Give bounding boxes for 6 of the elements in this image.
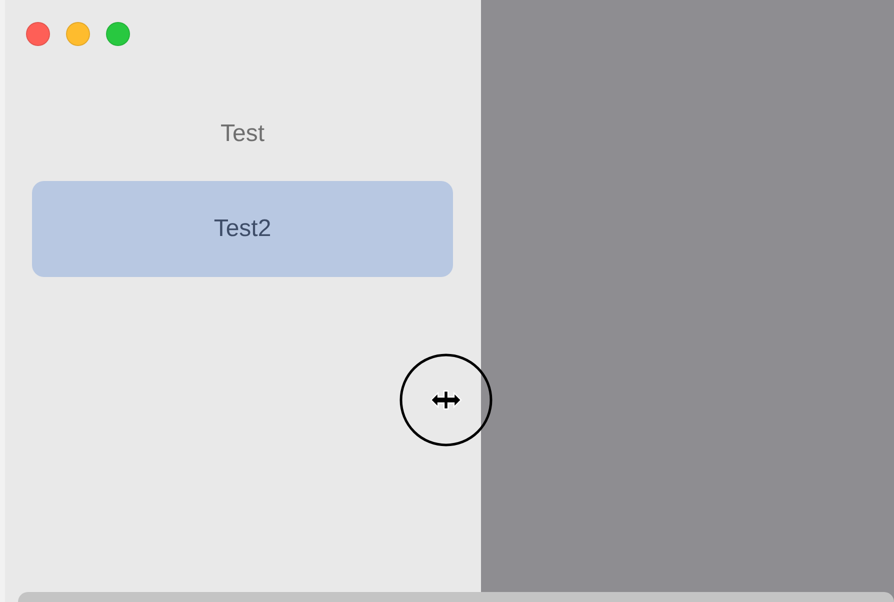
resize-cursor-icon — [399, 353, 493, 447]
close-icon[interactable] — [26, 22, 50, 46]
sidebar-item[interactable]: Test2 — [32, 181, 453, 277]
minimize-icon[interactable] — [66, 22, 90, 46]
sidebar-item[interactable]: Test — [32, 120, 453, 148]
zoom-icon[interactable] — [106, 22, 130, 46]
